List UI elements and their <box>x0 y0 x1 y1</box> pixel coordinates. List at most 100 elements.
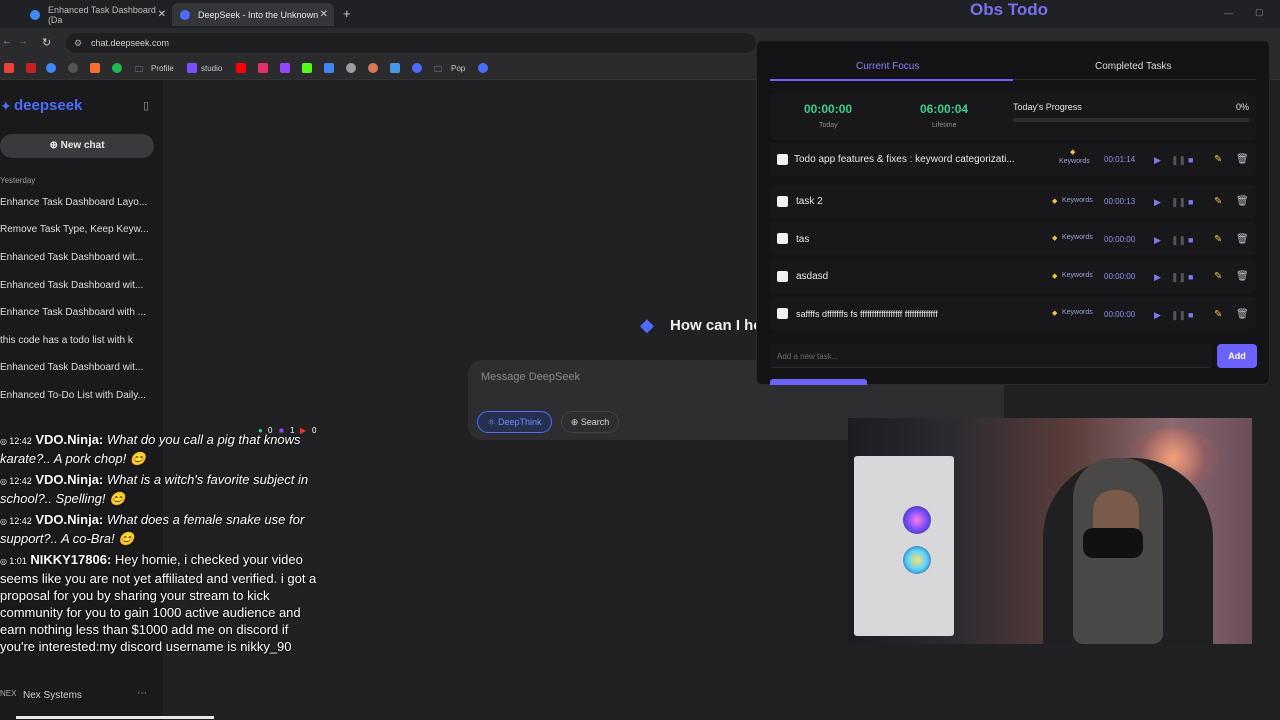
maximize-icon[interactable]: ▢ <box>1255 7 1264 18</box>
tab-current-focus[interactable]: Current Focus <box>856 61 919 72</box>
play-icon[interactable]: ▶ <box>1154 197 1161 208</box>
bookmark-pop[interactable]: Pop <box>451 64 465 73</box>
kick-bookmark-icon[interactable] <box>302 63 312 73</box>
more-options-icon[interactable]: ⋯ <box>137 688 147 699</box>
pause-icon[interactable]: ❚❚ <box>1171 310 1186 321</box>
search-button[interactable]: ⊕ Search <box>561 411 619 433</box>
edit-icon[interactable]: ✎ <box>1214 196 1222 207</box>
edit-icon[interactable]: ✎ <box>1214 309 1222 320</box>
studio-bookmark-icon[interactable] <box>187 63 197 73</box>
site-info-icon[interactable]: ⚙ <box>74 33 82 53</box>
tab-enhanced-task-dashboard[interactable]: Enhanced Task Dashboard (Da ✕ <box>22 3 172 26</box>
pause-icon[interactable]: ❚❚ <box>1171 155 1186 166</box>
new-tab-icon[interactable]: + <box>343 6 351 21</box>
sidebar-chat-item[interactable]: Enhance Task Dashboard Layo... <box>0 197 160 208</box>
gemini-bookmark-icon[interactable] <box>390 63 400 73</box>
docs-bookmark-icon[interactable] <box>324 63 334 73</box>
trash-icon[interactable]: 🗑 <box>1236 234 1249 245</box>
sidebar-chat-item[interactable]: Enhanced To-Do List with Daily... <box>0 390 160 401</box>
task-keyword[interactable]: Keywords <box>1062 197 1093 204</box>
pause-icon[interactable]: ❚❚ <box>1171 197 1186 208</box>
url-field[interactable]: ⚙ chat.deepseek.com <box>66 33 756 53</box>
reload-icon[interactable]: ↻ <box>42 36 51 49</box>
instagram-bookmark-icon[interactable] <box>258 63 268 73</box>
trash-icon[interactable]: 🗑 <box>1236 196 1249 207</box>
stream-progress-bar <box>16 716 214 719</box>
edit-icon[interactable]: ✎ <box>1214 271 1222 282</box>
todo-title: Obs Todo <box>970 0 1049 19</box>
pc-case <box>854 456 954 636</box>
sidebar-chat-item[interactable]: Enhance Task Dashboard with ... <box>0 307 160 318</box>
task-checkbox[interactable] <box>777 271 788 282</box>
deepseek-alt-bookmark-icon[interactable] <box>478 63 488 73</box>
globe-icon: ⊕ <box>570 417 581 427</box>
firefox-bookmark-icon[interactable] <box>90 63 100 73</box>
trash-icon[interactable]: 🗑 <box>1236 309 1249 320</box>
deepthink-button[interactable]: ⚛ DeepThink <box>477 411 552 433</box>
chat-avatar-icon: ◎ <box>0 477 10 486</box>
back-icon[interactable]: ← <box>2 36 12 47</box>
user-avatar[interactable]: NEX <box>0 689 16 698</box>
message-input[interactable]: Message DeepSeek <box>481 371 580 383</box>
task-name: asdasd <box>796 271 829 282</box>
bookmark-profile[interactable]: Profile <box>151 64 174 73</box>
chat-user: VDO.Ninja: <box>35 512 104 527</box>
close-tab-icon[interactable]: ✕ <box>158 9 166 20</box>
chrome-bookmark-icon[interactable] <box>46 63 56 73</box>
yt-studio-bookmark-icon[interactable] <box>236 63 246 73</box>
keyword-tag-icon: ◆ <box>1052 198 1058 205</box>
tab-deepseek[interactable]: DeepSeek - Into the Unknown ✕ <box>172 3 334 26</box>
add-task-button[interactable]: Add <box>1217 344 1257 368</box>
trash-icon[interactable]: 🗑 <box>1236 154 1249 165</box>
todo-footer-button[interactable] <box>770 379 867 385</box>
task-keyword[interactable]: Keywords <box>1062 272 1093 279</box>
collapse-sidebar-icon[interactable]: ▯ <box>143 99 149 112</box>
dashboard-favicon-icon <box>30 9 40 20</box>
deepseek-bookmark-icon[interactable] <box>412 63 422 73</box>
tab-completed-tasks[interactable]: Completed Tasks <box>1095 61 1172 72</box>
task-keyword[interactable]: Keywords <box>1062 309 1093 316</box>
sidebar-chat-item[interactable]: Remove Task Type, Keep Keyw... <box>0 224 160 235</box>
play-icon[interactable]: ▶ <box>1154 155 1161 166</box>
new-chat-button[interactable]: ⊕ New chat <box>0 134 154 158</box>
folder-icon: 🗀 <box>135 65 143 74</box>
stop-icon[interactable]: ■ <box>1188 197 1193 207</box>
edit-icon[interactable]: ✎ <box>1214 234 1222 245</box>
sidebar-chat-item[interactable]: Enhanced Task Dashboard wit... <box>0 362 160 373</box>
close-tab-icon[interactable]: ✕ <box>320 9 328 20</box>
play-icon[interactable]: ▶ <box>1154 272 1161 283</box>
trash-icon[interactable]: 🗑 <box>1236 271 1249 282</box>
chatgpt-bookmark-icon[interactable] <box>346 63 356 73</box>
play-icon[interactable]: ▶ <box>1154 310 1161 321</box>
gmail-bookmark-icon[interactable] <box>4 63 14 73</box>
sidebar-chat-item[interactable]: Enhanced Task Dashboard wit... <box>0 280 160 291</box>
task-keyword[interactable]: Keywords <box>1059 158 1090 165</box>
stop-icon[interactable]: ■ <box>1188 155 1193 165</box>
task-checkbox[interactable] <box>777 196 788 207</box>
twitch-bookmark-icon[interactable] <box>280 63 290 73</box>
task-checkbox[interactable] <box>777 154 788 165</box>
pause-icon[interactable]: ❚❚ <box>1171 235 1186 246</box>
sidebar-chat-item[interactable]: this code has a todo list with k <box>0 335 160 346</box>
stop-icon[interactable]: ■ <box>1188 235 1193 245</box>
pause-icon[interactable]: ❚❚ <box>1171 272 1186 283</box>
stop-icon[interactable]: ■ <box>1188 272 1193 282</box>
youtube-bookmark-icon[interactable] <box>26 63 36 73</box>
chat-avatar-icon: ◎ <box>0 437 10 446</box>
task-time: 00:00:00 <box>1104 235 1136 244</box>
task-keyword[interactable]: Keywords <box>1062 234 1093 241</box>
edit-icon[interactable]: ✎ <box>1214 154 1222 165</box>
github-bookmark-icon[interactable] <box>68 63 78 73</box>
stop-icon[interactable]: ■ <box>1188 310 1193 320</box>
claude-bookmark-icon[interactable] <box>368 63 378 73</box>
task-checkbox[interactable] <box>777 308 788 319</box>
task-checkbox[interactable] <box>777 233 788 244</box>
bookmark-studio[interactable]: studio <box>201 64 222 73</box>
tab-divider <box>1013 79 1256 80</box>
chat-message: ◎ 12:42 VDO.Ninja: What do you call a pi… <box>0 431 310 467</box>
play-icon[interactable]: ▶ <box>1154 235 1161 246</box>
forward-icon[interactable]: → <box>18 36 28 47</box>
spotify-bookmark-icon[interactable] <box>112 63 122 73</box>
minimize-icon[interactable]: — <box>1224 8 1233 18</box>
sidebar-chat-item[interactable]: Enhanced Task Dashboard wit... <box>0 252 160 263</box>
